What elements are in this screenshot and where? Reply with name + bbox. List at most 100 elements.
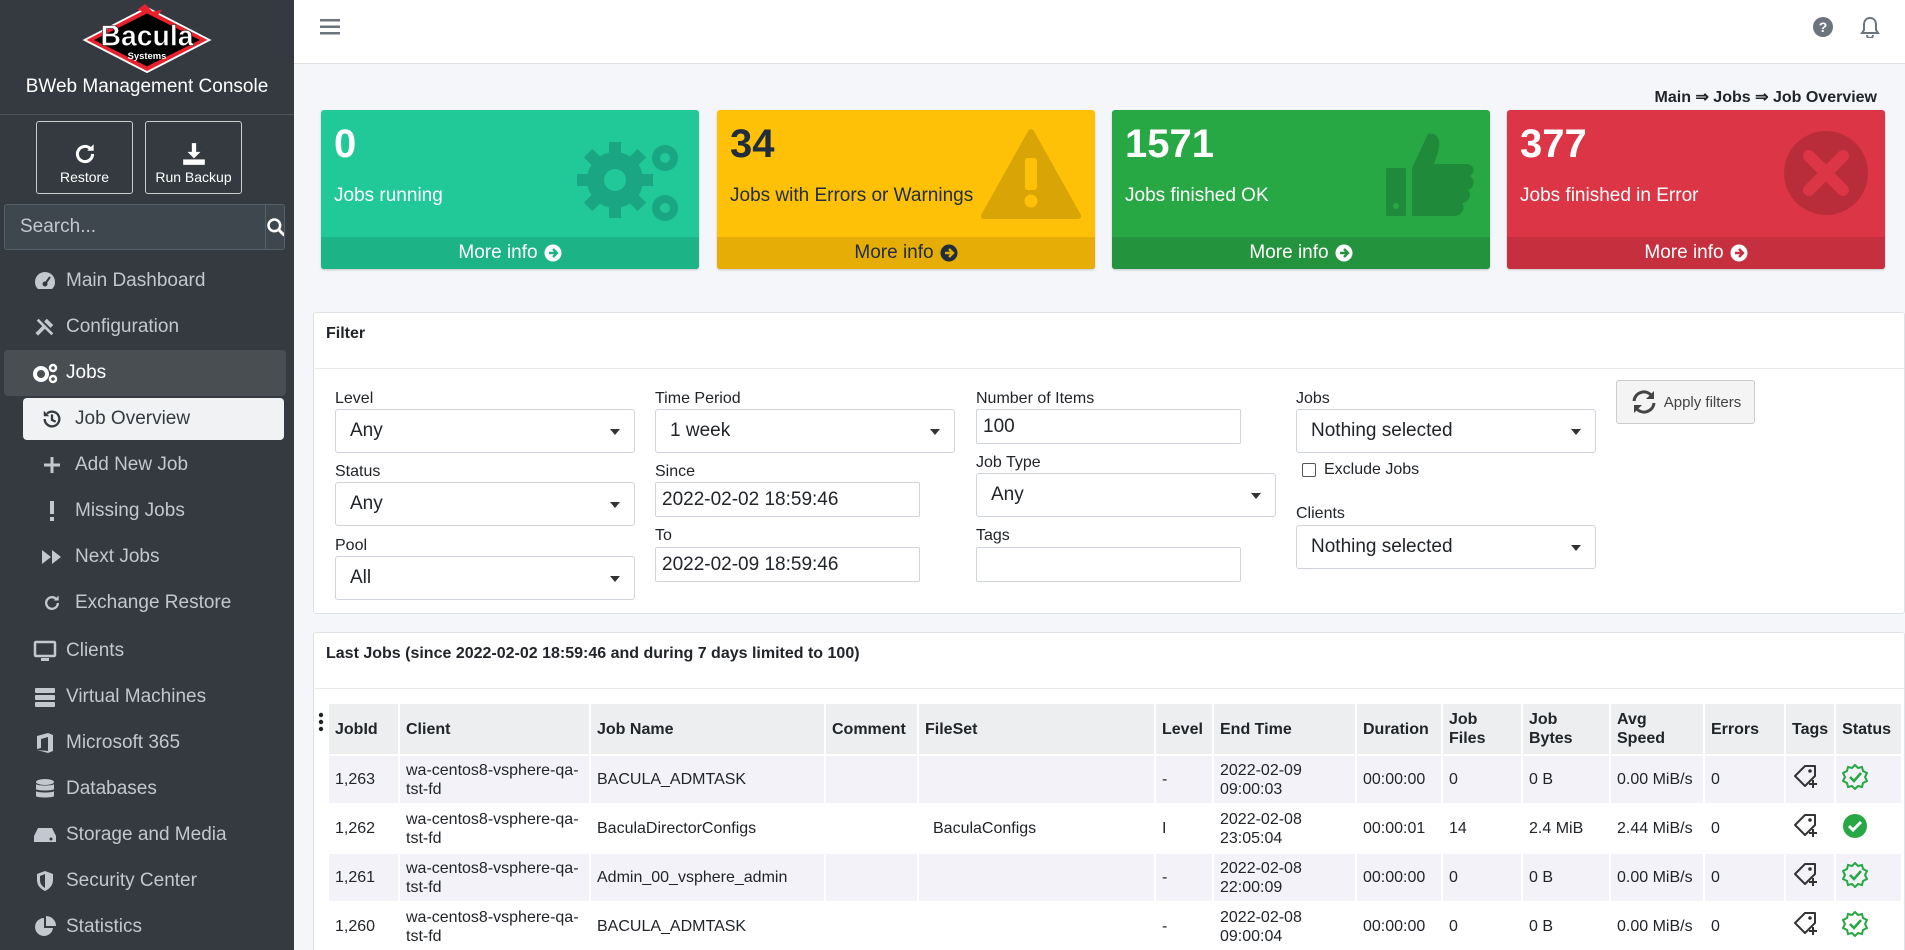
run-backup-button[interactable]: Run Backup	[145, 121, 242, 194]
column-header-avg-speed[interactable]: Avg Speed	[1611, 704, 1703, 754]
cell-job-name[interactable]: Admin_00_vsphere_admin	[591, 854, 824, 901]
breadcrumb-jobs[interactable]: Jobs	[1713, 89, 1750, 106]
sidebar-item-virtual-machines[interactable]: Virtual Machines	[4, 674, 286, 720]
cell-jobid[interactable]: 1,261	[329, 854, 398, 901]
more-info-link[interactable]: More info	[1112, 237, 1490, 269]
status-select[interactable]: Any	[335, 482, 635, 526]
sidebar-subitem-add-new-job[interactable]: Add New Job	[23, 444, 284, 486]
sidebar-item-storage-and-media[interactable]: Storage and Media	[4, 812, 286, 858]
more-info-link[interactable]: More info	[321, 237, 699, 269]
column-header-end-time[interactable]: End Time	[1214, 704, 1355, 754]
add-tag-icon[interactable]	[1792, 911, 1820, 937]
cell-level: -	[1156, 756, 1212, 803]
table-row[interactable]: 1,262 wa-centos8-vsphere-qa-tst-fd Bacul…	[329, 805, 1902, 852]
cell-job-bytes: 0 B	[1523, 756, 1609, 803]
column-header-tags[interactable]: Tags	[1786, 704, 1835, 754]
column-header-errors[interactable]: Errors	[1705, 704, 1784, 754]
cell-job-name[interactable]: BACULA_ADMTASK	[591, 903, 824, 950]
level-value: Any	[350, 420, 383, 441]
cell-client[interactable]: wa-centos8-vsphere-qa-tst-fd	[400, 805, 589, 852]
error-circle-icon	[1784, 131, 1868, 215]
cell-job-files: 0	[1443, 854, 1521, 901]
column-header-job-files[interactable]: Job Files	[1443, 704, 1521, 754]
sidebar-item-microsoft-365[interactable]: Microsoft 365	[4, 720, 286, 766]
search-input[interactable]	[5, 205, 265, 249]
since-input[interactable]: 2022-02-02 18:59:46	[655, 482, 920, 517]
exclude-jobs-checkbox[interactable]	[1302, 463, 1316, 477]
level-select[interactable]: Any	[335, 409, 635, 453]
jobs-select[interactable]: Nothing selected	[1296, 409, 1596, 453]
pool-select[interactable]: All	[335, 556, 635, 600]
more-info-link[interactable]: More info	[1507, 237, 1885, 269]
to-input[interactable]: 2022-02-09 18:59:46	[655, 547, 920, 582]
number-of-items-input[interactable]: 100	[976, 409, 1241, 444]
table-row[interactable]: 1,260 wa-centos8-vsphere-qa-tst-fd BACUL…	[329, 903, 1902, 950]
table-header-row: JobId Client Job Name Comment FileSet Le…	[329, 704, 1902, 754]
job-type-select[interactable]: Any	[976, 473, 1276, 517]
sidebar-subitem-job-overview[interactable]: Job Overview	[23, 398, 284, 440]
column-header-job-bytes[interactable]: Job Bytes	[1523, 704, 1609, 754]
cell-client[interactable]: wa-centos8-vsphere-qa-tst-fd	[400, 756, 589, 803]
add-tag-icon[interactable]	[1792, 862, 1820, 888]
search-button[interactable]	[265, 205, 284, 249]
sidebar-item-statistics[interactable]: Statistics	[4, 904, 286, 950]
cell-job-name[interactable]: BACULA_ADMTASK	[591, 756, 824, 803]
sidebar-subitem-label: Job Overview	[75, 408, 191, 429]
column-options-icon[interactable]	[318, 712, 324, 732]
pool-label: Pool	[335, 537, 368, 554]
breadcrumb-main[interactable]: Main	[1655, 89, 1691, 106]
column-header-duration[interactable]: Duration	[1357, 704, 1441, 754]
table-row[interactable]: 1,263 wa-centos8-vsphere-qa-tst-fd BACUL…	[329, 756, 1902, 803]
more-info-link[interactable]: More info	[717, 237, 1095, 269]
clients-select[interactable]: Nothing selected	[1296, 525, 1596, 569]
cell-jobid[interactable]: 1,260	[329, 903, 398, 950]
cell-client[interactable]: wa-centos8-vsphere-qa-tst-fd	[400, 903, 589, 950]
kpi-value: 1571	[1125, 122, 1214, 166]
sidebar-item-jobs[interactable]: Jobs	[4, 350, 286, 396]
restore-button[interactable]: Restore	[36, 121, 133, 194]
sidebar-item-databases[interactable]: Databases	[4, 766, 286, 812]
sidebar-item-configuration[interactable]: Configuration	[4, 304, 286, 350]
chevron-down-icon	[1251, 493, 1261, 499]
sidebar-subitem-missing-jobs[interactable]: Missing Jobs	[23, 490, 284, 532]
warning-icon	[981, 129, 1081, 219]
sidebar-subitem-exchange-restore[interactable]: Exchange Restore	[23, 582, 284, 624]
cell-end-time: 2022-02-08 09:00:04	[1214, 903, 1355, 950]
hamburger-menu-icon[interactable]	[320, 18, 340, 36]
sidebar-subitem-next-jobs[interactable]: Next Jobs	[23, 536, 284, 578]
sidebar-item-security-center[interactable]: Security Center	[4, 858, 286, 904]
arrow-circle-right-icon	[1335, 244, 1353, 262]
sidebar-item-main-dashboard[interactable]: Main Dashboard	[4, 258, 286, 304]
ok-circle-icon[interactable]	[1842, 813, 1868, 839]
column-header-comment[interactable]: Comment	[826, 704, 917, 754]
sidebar-item-clients[interactable]: Clients	[4, 628, 286, 674]
cell-job-name[interactable]: BaculaDirectorConfigs	[591, 805, 824, 852]
ok-badge-icon[interactable]	[1841, 763, 1869, 791]
tools-icon	[30, 316, 60, 338]
cell-jobid[interactable]: 1,263	[329, 756, 398, 803]
bacula-logo[interactable]: Bacula Systems	[77, 0, 217, 74]
column-header-jobid[interactable]: JobId	[329, 704, 398, 754]
column-header-status[interactable]: Status	[1836, 704, 1902, 754]
table-row[interactable]: 1,261 wa-centos8-vsphere-qa-tst-fd Admin…	[329, 854, 1902, 901]
ok-badge-icon[interactable]	[1841, 861, 1869, 889]
sidebar-item-label: Jobs	[66, 362, 107, 383]
column-header-fileset[interactable]: FileSet	[919, 704, 1154, 754]
refresh-icon	[1632, 390, 1656, 414]
cell-client[interactable]: wa-centos8-vsphere-qa-tst-fd	[400, 854, 589, 901]
arrow-circle-right-icon	[940, 244, 958, 262]
bell-icon[interactable]	[1860, 16, 1880, 38]
help-icon[interactable]: ?	[1812, 16, 1834, 38]
column-header-job-name[interactable]: Job Name	[591, 704, 824, 754]
tags-input[interactable]	[976, 547, 1241, 582]
time-period-select[interactable]: 1 week	[655, 409, 955, 453]
add-tag-icon[interactable]	[1792, 764, 1820, 790]
add-tag-icon[interactable]	[1792, 813, 1820, 839]
column-header-level[interactable]: Level	[1156, 704, 1212, 754]
apply-filters-button[interactable]: Apply filters	[1616, 380, 1755, 424]
ok-badge-icon[interactable]	[1841, 910, 1869, 938]
column-header-client[interactable]: Client	[400, 704, 589, 754]
level-label: Level	[335, 390, 374, 407]
cell-jobid[interactable]: 1,262	[329, 805, 398, 852]
cell-job-bytes: 0 B	[1523, 903, 1609, 950]
